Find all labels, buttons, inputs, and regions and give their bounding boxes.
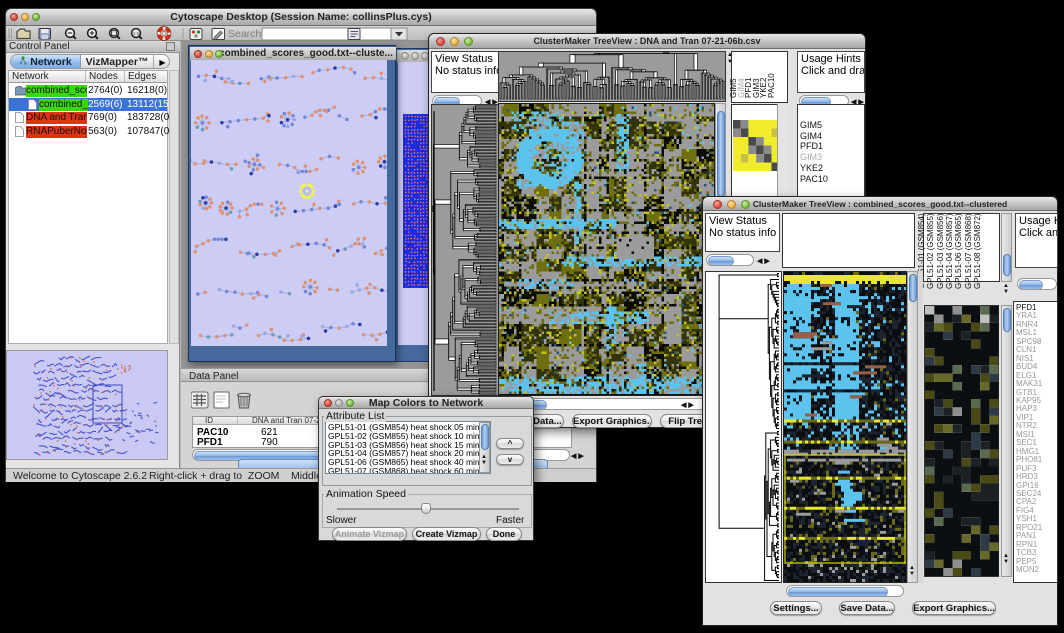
svg-text:1:1: 1:1 (133, 31, 140, 36)
svg-text:Search:: Search: (228, 28, 264, 40)
